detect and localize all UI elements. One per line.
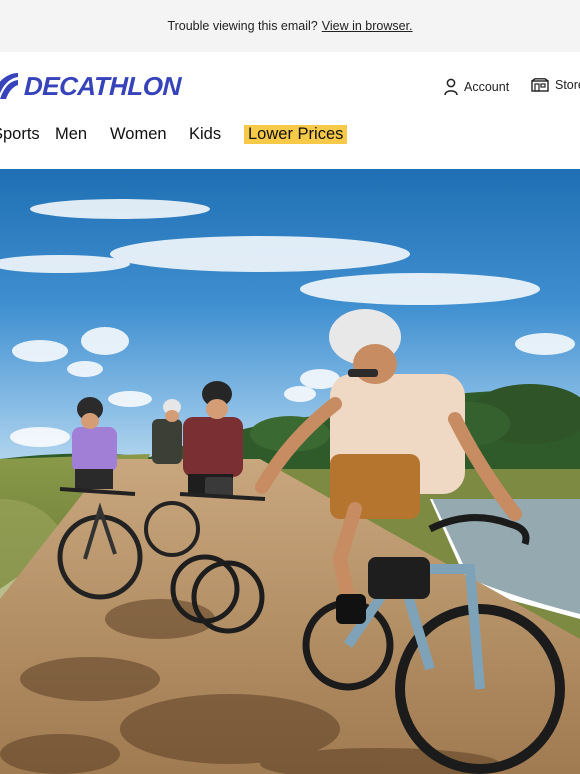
nav-item-lower-prices[interactable]: Lower Prices bbox=[244, 125, 348, 144]
main-nav: Sports Men Women Kids Lower Prices bbox=[0, 122, 580, 168]
nav-item-women[interactable]: Women bbox=[110, 125, 167, 144]
stores-link[interactable]: Stores bbox=[531, 78, 580, 92]
view-in-browser-link[interactable]: View in browser. bbox=[322, 19, 413, 33]
stores-label: Stores bbox=[555, 78, 580, 92]
decathlon-logo[interactable]: DECATHLON bbox=[0, 71, 181, 101]
brand-name: DECATHLON bbox=[23, 70, 182, 101]
store-icon bbox=[531, 78, 549, 92]
hero-image[interactable] bbox=[0, 169, 580, 774]
header: DECATHLON Account Stores bbox=[0, 52, 580, 122]
brand-mark-icon bbox=[0, 73, 18, 99]
nav-item-kids[interactable]: Kids bbox=[189, 125, 221, 144]
preheader: Trouble viewing this email? View in brow… bbox=[0, 0, 580, 52]
nav-item-men[interactable]: Men bbox=[55, 125, 87, 144]
nav-item-sports[interactable]: Sports bbox=[0, 125, 40, 144]
preheader-text: Trouble viewing this email? bbox=[167, 19, 318, 33]
account-link[interactable]: Account bbox=[444, 78, 509, 96]
hero-illustration bbox=[0, 169, 580, 774]
account-label: Account bbox=[464, 80, 510, 94]
user-icon bbox=[444, 78, 458, 96]
